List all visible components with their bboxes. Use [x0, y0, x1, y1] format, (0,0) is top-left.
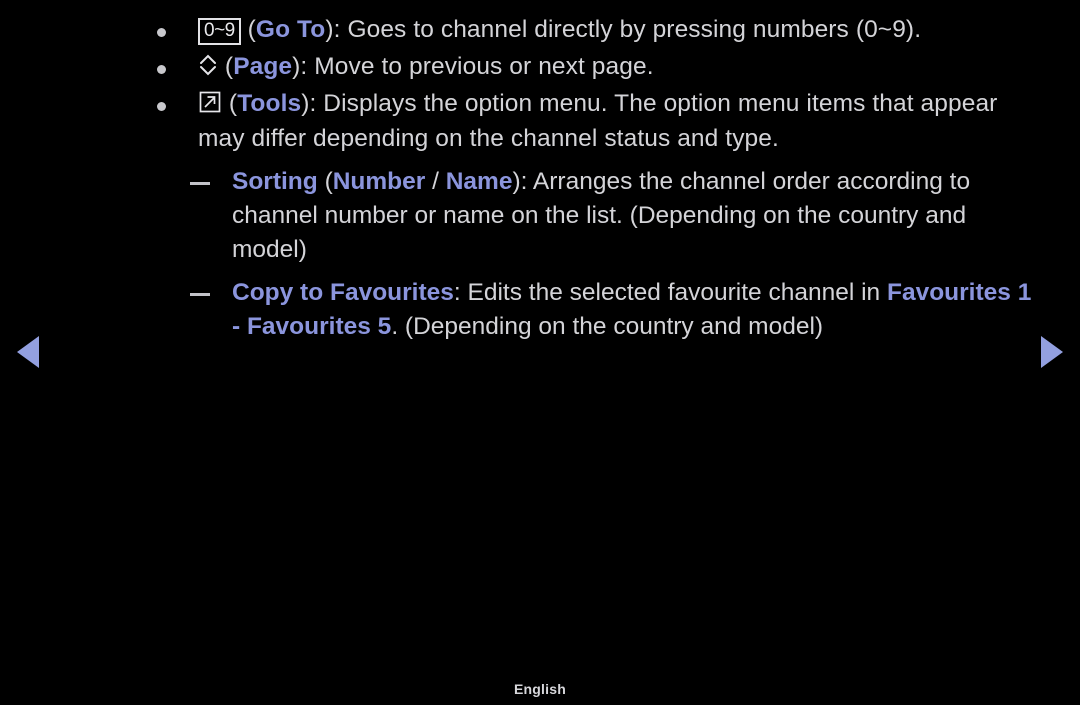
sub-item-text: Copy to Favourites: Edits the selected f… [232, 276, 1042, 344]
dash-bullet-icon [190, 293, 210, 296]
language-label: English [514, 681, 566, 697]
sub-item-description: Edits the selected favourite channel in [460, 279, 887, 306]
favourites-range-end: Favourites 5 [246, 313, 392, 340]
page-updown-chevron-icon [198, 52, 218, 78]
option-number: Number [332, 168, 426, 195]
paren-close: ) [512, 168, 521, 195]
list-item: (Page): Move to previous or next page. [0, 49, 1080, 84]
number-range-box-icon: 0~9 [198, 18, 241, 45]
previous-page-arrow-icon[interactable] [17, 336, 39, 368]
bullet-text: (Page): Move to previous or next page. [198, 49, 1030, 84]
next-page-arrow-icon[interactable] [1041, 336, 1063, 368]
favourites-range-start: Favourites 1 [887, 279, 1032, 306]
colon: : [453, 279, 461, 306]
dash-bullet-icon [190, 182, 210, 185]
help-content: 0~9 (Go To): Goes to channel directly by… [0, 12, 1080, 344]
key-name-go-to: Go To [255, 16, 326, 43]
paren-open: ( [324, 168, 333, 195]
list-item: (Tools): Displays the option menu. The o… [0, 86, 1080, 156]
paren-open: ( [228, 90, 238, 117]
key-name-page: Page [233, 53, 293, 80]
term-copy-to-favourites: Copy to Favourites [232, 279, 454, 306]
tv-help-screen: 0~9 (Go To): Goes to channel directly by… [0, 0, 1080, 705]
sub-item-text: Sorting (Number / Name): Arranges the ch… [232, 165, 1042, 267]
bullet-description: Move to previous or next page. [307, 53, 654, 80]
key-name-tools: Tools [237, 90, 302, 117]
sub-list-item: Copy to Favourites: Edits the selected f… [0, 276, 1080, 344]
paren-close: ): [325, 16, 341, 43]
sub-list-item: Sorting (Number / Name): Arranges the ch… [0, 165, 1080, 267]
paren-close: ): [292, 53, 308, 80]
sub-item-tail: . (Depending on the country and model) [391, 313, 824, 340]
list-item: 0~9 (Go To): Goes to channel directly by… [0, 12, 1080, 47]
option-separator: / [425, 168, 446, 195]
bullet-description: Goes to channel directly by pressing num… [340, 16, 922, 43]
bullet-description: Displays the option menu. The option men… [198, 90, 998, 152]
tools-arrow-box-icon [198, 90, 222, 114]
term-sorting: Sorting [232, 168, 318, 195]
bullet-dot-icon [157, 65, 166, 74]
bullet-dot-icon [157, 102, 166, 111]
option-name: Name [445, 168, 513, 195]
paren-open: ( [224, 53, 234, 80]
bullet-dot-icon [157, 28, 166, 37]
paren-close: ): [301, 90, 317, 117]
bullet-text: 0~9 (Go To): Goes to channel directly by… [198, 12, 1030, 47]
favourites-range-dash: - [232, 313, 247, 340]
paren-open: ( [247, 16, 256, 43]
bullet-text: (Tools): Displays the option menu. The o… [198, 86, 1030, 156]
